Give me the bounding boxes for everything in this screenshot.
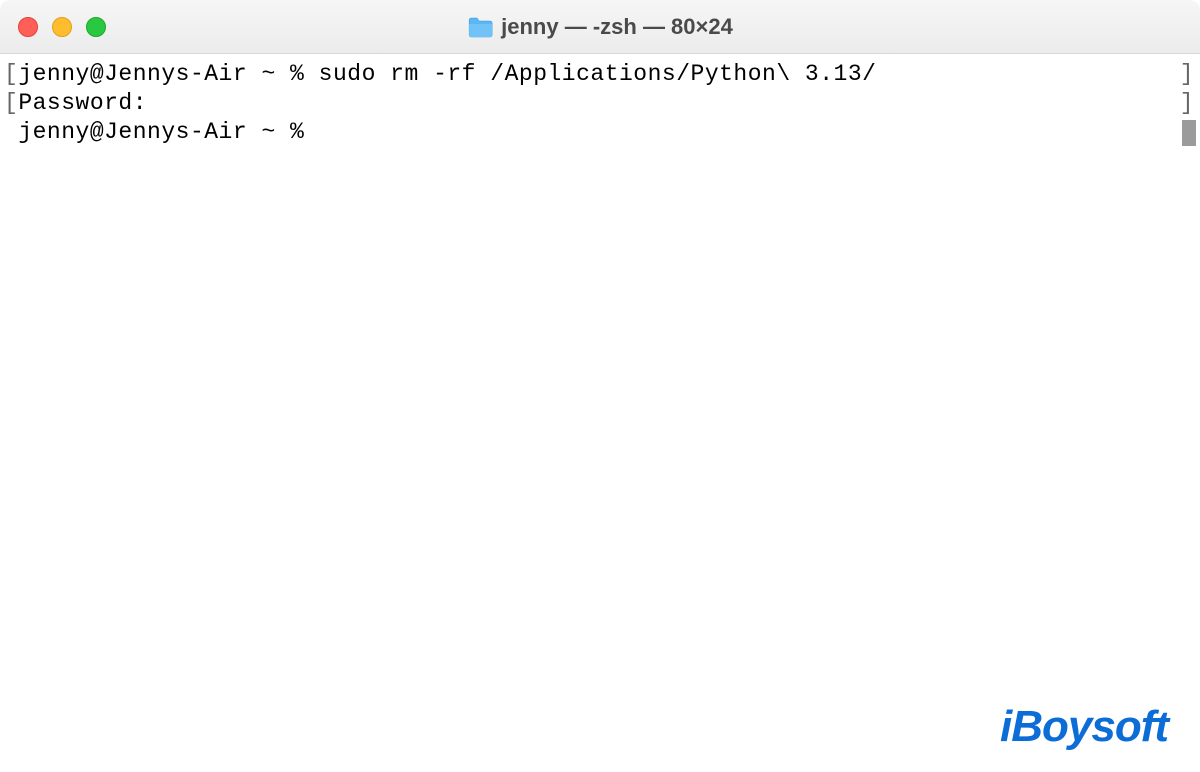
line-open-bracket <box>4 118 18 147</box>
cursor-icon <box>1182 120 1196 146</box>
maximize-button[interactable] <box>86 17 106 37</box>
folder-icon <box>467 16 493 38</box>
watermark-logo: iBoysoft <box>1000 699 1168 754</box>
window-titlebar[interactable]: jenny — -zsh — 80×24 <box>0 0 1200 54</box>
password-prompt: Password: <box>18 89 1196 118</box>
window-title: jenny — -zsh — 80×24 <box>501 14 733 40</box>
terminal-content[interactable]: [jenny@Jennys-Air ~ % sudo rm -rf /Appli… <box>0 54 1200 772</box>
terminal-line: [jenny@Jennys-Air ~ % sudo rm -rf /Appli… <box>4 60 1196 89</box>
traffic-lights <box>18 17 106 37</box>
line-close-bracket: ] <box>1180 60 1194 89</box>
watermark-text: iBoysoft <box>1000 702 1168 751</box>
close-button[interactable] <box>18 17 38 37</box>
terminal-line: [Password:] <box>4 89 1196 118</box>
prompt-text: jenny@Jennys-Air ~ % <box>18 118 1180 147</box>
line-open-bracket: [ <box>4 89 18 118</box>
line-close-bracket: ] <box>1180 89 1194 118</box>
minimize-button[interactable] <box>52 17 72 37</box>
terminal-window: jenny — -zsh — 80×24 [jenny@Jennys-Air ~… <box>0 0 1200 772</box>
line-open-bracket: [ <box>4 60 18 89</box>
window-title-group: jenny — -zsh — 80×24 <box>467 14 733 40</box>
command-text: jenny@Jennys-Air ~ % sudo rm -rf /Applic… <box>18 60 1196 89</box>
terminal-line: jenny@Jennys-Air ~ % <box>4 118 1196 147</box>
